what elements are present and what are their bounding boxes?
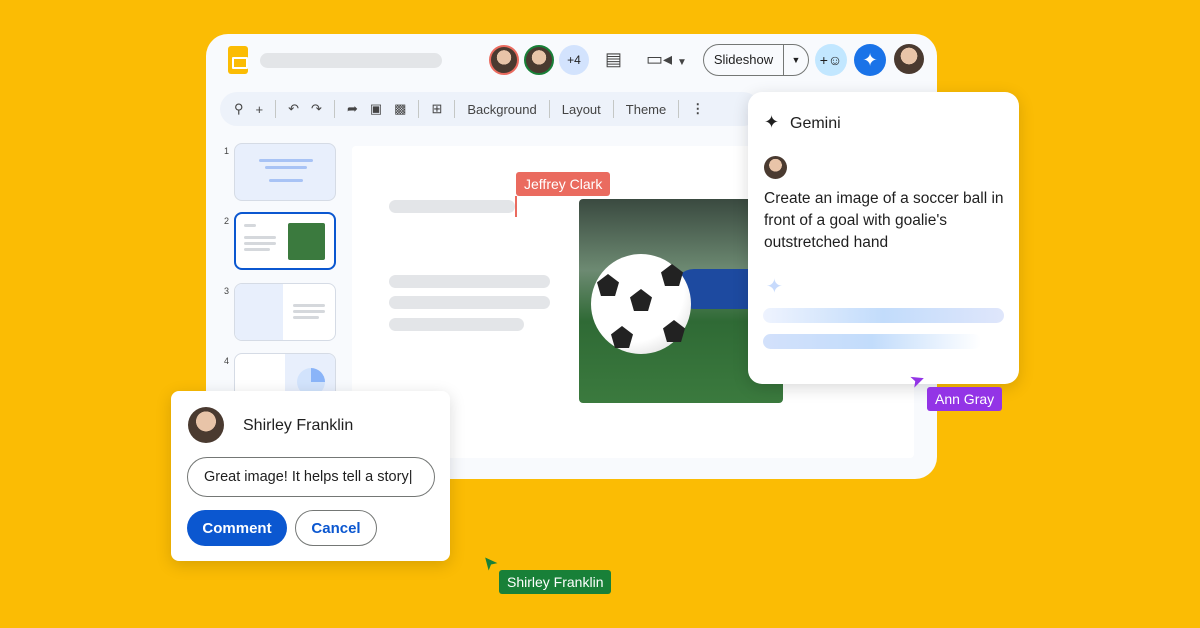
- user-avatar[interactable]: [894, 44, 924, 74]
- cursor-label-shirley: Shirley Franklin: [499, 570, 612, 594]
- slide-thumbnail-3[interactable]: [234, 283, 336, 341]
- document-title-placeholder[interactable]: [260, 53, 442, 68]
- add-comment-icon[interactable]: ⊞: [431, 101, 442, 117]
- divider: [612, 100, 614, 118]
- gemini-panel: ✦ Gemini Create an image of a soccer bal…: [748, 92, 1019, 384]
- slide-number: 1: [224, 146, 230, 156]
- slide-thumbnail-1[interactable]: [234, 143, 336, 201]
- divider: [418, 100, 420, 118]
- gemini-prompt: Create an image of a soccer ball in fron…: [764, 190, 1004, 251]
- cancel-button[interactable]: Cancel: [295, 510, 377, 546]
- comment-card: Shirley Franklin Great image! It helps t…: [171, 391, 450, 561]
- gemini-loading-sparkle-icon: ✦: [766, 276, 783, 298]
- text-placeholder: [389, 318, 524, 331]
- gemini-title: Gemini: [790, 115, 841, 132]
- loading-shimmer: [763, 334, 981, 349]
- slideshow-button[interactable]: Slideshow ▼: [703, 44, 809, 76]
- text-placeholder: [389, 275, 550, 288]
- collaborator-avatar[interactable]: [524, 45, 554, 75]
- cursor-label-jeffrey: Jeffrey Clark: [516, 172, 611, 196]
- gemini-sparkle-icon[interactable]: ✦: [854, 44, 886, 76]
- image-icon[interactable]: ▩: [394, 101, 406, 117]
- text-placeholder: [389, 200, 515, 213]
- layout-button[interactable]: Layout: [562, 102, 601, 117]
- gemini-sparkle-icon: ✦: [764, 112, 780, 132]
- slides-logo-icon: [228, 46, 248, 74]
- divider: [454, 100, 456, 118]
- more-options-icon[interactable]: ⋮: [691, 101, 704, 117]
- toolbar: ⚲ + ↶ ↷ ➦ ▣ ▩ ⊞ Background Layout Theme …: [220, 92, 760, 126]
- divider: [678, 100, 680, 118]
- theme-button[interactable]: Theme: [626, 102, 666, 117]
- author-avatar: [188, 407, 224, 443]
- meet-video-icon[interactable]: ▭◂ ▼: [646, 49, 687, 70]
- comment-input-value: Great image! It helps tell a story: [204, 469, 409, 485]
- text-cursor: [515, 196, 517, 217]
- comment-button[interactable]: Comment: [187, 510, 287, 546]
- comments-icon[interactable]: ▤: [605, 49, 622, 70]
- loading-shimmer: [763, 308, 1004, 323]
- divider: [333, 100, 335, 118]
- cursor-label-ann: Ann Gray: [927, 387, 1003, 411]
- slide-number: 2: [224, 216, 230, 226]
- text-box-icon[interactable]: ▣: [370, 101, 382, 117]
- more-collaborators-badge[interactable]: +4: [559, 45, 589, 75]
- select-cursor-icon[interactable]: ➦: [347, 101, 358, 117]
- user-avatar: [764, 156, 787, 179]
- redo-icon[interactable]: ↷: [311, 101, 322, 117]
- comment-author: Shirley Franklin: [243, 417, 354, 434]
- search-icon[interactable]: ⚲: [234, 101, 244, 117]
- undo-icon[interactable]: ↶: [288, 101, 299, 117]
- slideshow-label[interactable]: Slideshow: [704, 45, 784, 75]
- text-placeholder: [389, 296, 550, 309]
- slide-number: 4: [224, 356, 230, 366]
- slideshow-dropdown-icon[interactable]: ▼: [784, 55, 808, 65]
- slide-thumbnail-2[interactable]: [234, 212, 336, 270]
- background-button[interactable]: Background: [467, 102, 536, 117]
- share-add-person-icon[interactable]: +☺: [815, 44, 847, 76]
- comment-input[interactable]: Great image! It helps tell a story|: [187, 457, 435, 497]
- collaborator-avatar[interactable]: [489, 45, 519, 75]
- slide-number: 3: [224, 286, 230, 296]
- add-icon[interactable]: +: [256, 102, 264, 117]
- divider: [275, 100, 277, 118]
- divider: [548, 100, 550, 118]
